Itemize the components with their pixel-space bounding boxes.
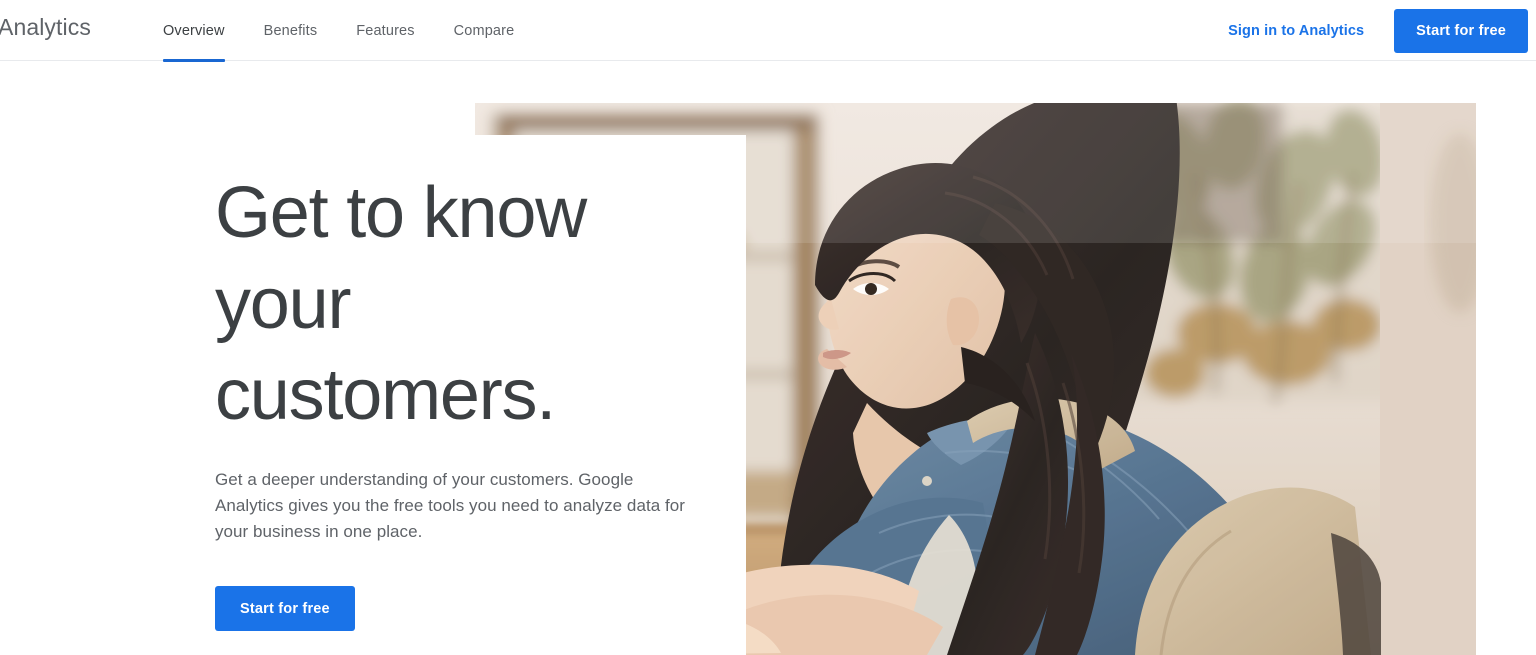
brand-logo-analytics[interactable]: Analytics [0,14,91,41]
site-header: Analytics Overview Benefits Features Com… [0,0,1536,62]
hero-section: Get to know your customers. Get a deeper… [0,61,1536,655]
hero-heading-line-2: your [215,264,351,344]
nav-item-features[interactable]: Features [356,0,414,61]
header-start-for-free-button[interactable]: Start for free [1394,8,1528,53]
hero-copy: Get to know your customers. Get a deeper… [215,168,735,631]
header-actions: Sign in to Analytics Start for free [1228,0,1528,61]
nav-item-compare[interactable]: Compare [454,0,515,61]
hero-start-for-free-button[interactable]: Start for free [215,586,355,631]
sign-in-to-analytics-link[interactable]: Sign in to Analytics [1228,23,1364,39]
nav-item-benefits[interactable]: Benefits [264,0,318,61]
nav-item-overview[interactable]: Overview [163,0,225,62]
hero-heading-line-3: customers. [215,355,556,435]
primary-navigation: Overview Benefits Features Compare [163,0,515,62]
hero-heading-line-1: Get to know [215,173,587,253]
hero-heading: Get to know your customers. [215,168,735,441]
hero-subtitle: Get a deeper understanding of your custo… [215,470,685,541]
analytics-landing-page: Analytics Overview Benefits Features Com… [0,0,1536,655]
